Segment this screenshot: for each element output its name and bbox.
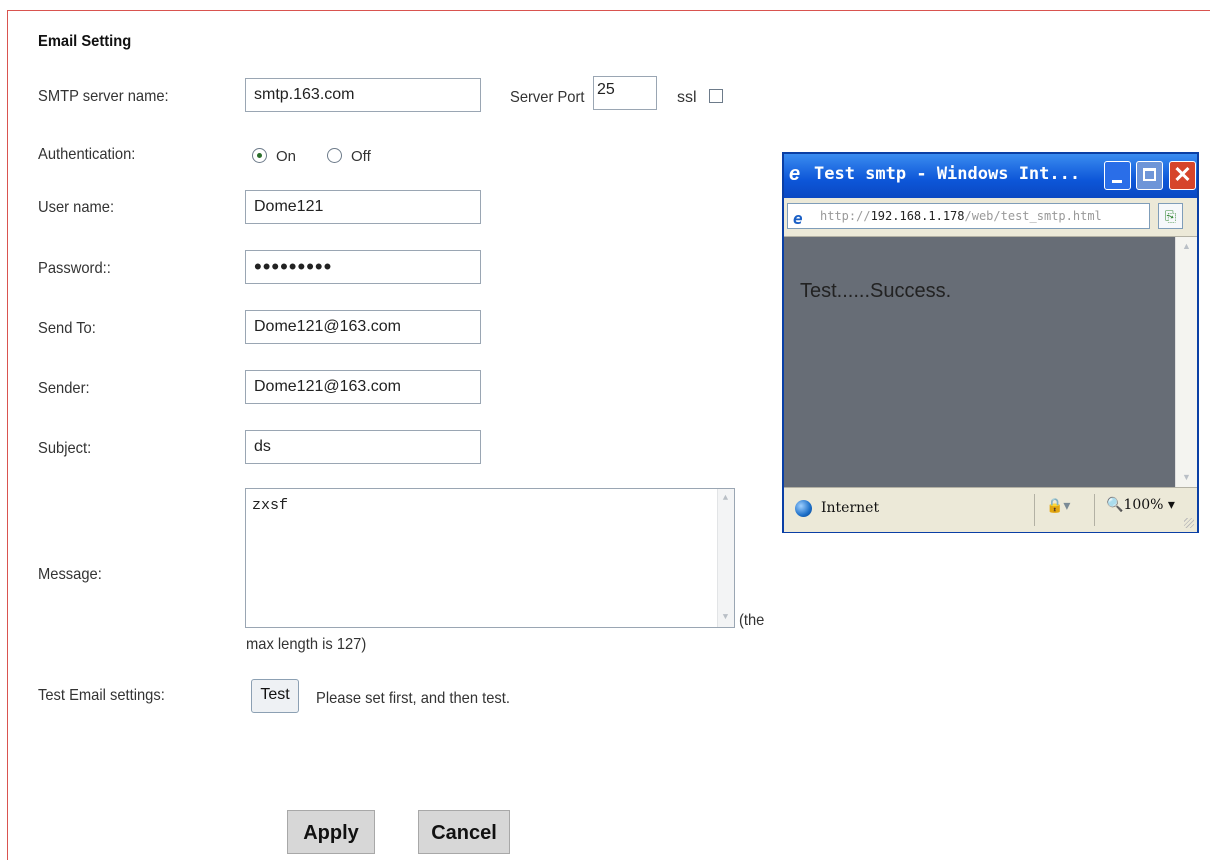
auth-on-label: On [276, 148, 297, 165]
security-zone: Internet [821, 500, 880, 516]
password-label: Password:: [38, 260, 111, 277]
auth-off-label: Off [351, 148, 371, 165]
smtp-server-input[interactable]: smtp.163.com [245, 78, 481, 112]
cancel-button[interactable]: Cancel [418, 810, 510, 854]
test-result-text: Test......Success. [800, 280, 952, 302]
resize-grip-icon[interactable] [1184, 518, 1194, 528]
smtp-label: SMTP server name: [38, 88, 169, 105]
window-content: Test......Success. ▲ ▼ [784, 237, 1197, 487]
page-info-button[interactable]: ⎘ [1158, 203, 1183, 229]
zoom-icon: 🔍 [1106, 497, 1124, 513]
test-settings-label: Test Email settings: [38, 687, 165, 704]
zoom-level: 100% [1123, 497, 1164, 513]
server-port-input[interactable]: 25 [593, 76, 657, 110]
window-title: Test smtp - Windows Int... [814, 164, 1081, 184]
message-hint-end: max length is 127) [246, 636, 367, 653]
close-icon: ✕ [1173, 162, 1192, 187]
password-input[interactable]: ••••••••• [245, 250, 481, 284]
authentication-label: Authentication: [38, 146, 136, 163]
message-scrollbar[interactable]: ▲ ▼ [717, 489, 734, 627]
url-prefix: http:// [820, 209, 871, 223]
window-scroll-up-icon[interactable]: ▲ [1181, 241, 1192, 252]
subject-label: Subject: [38, 440, 92, 457]
sender-label: Sender: [38, 380, 90, 397]
status-divider-2 [1094, 494, 1095, 526]
message-text: zxsf [252, 497, 289, 514]
send-to-label: Send To: [38, 320, 96, 337]
test-smtp-window: e Test smtp - Windows Int... ✕ e http://1… [782, 152, 1199, 533]
message-hint-start: (the [739, 612, 765, 629]
sender-input[interactable]: Dome121@163.com [245, 370, 481, 404]
page-icon: e [793, 209, 803, 228]
ie-icon: e [789, 163, 801, 185]
ssl-checkbox[interactable] [709, 89, 723, 103]
subject-input[interactable]: ds [245, 430, 481, 464]
window-scrollbar[interactable]: ▲ ▼ [1175, 237, 1197, 487]
send-to-input[interactable]: Dome121@163.com [245, 310, 481, 344]
globe-icon [795, 500, 812, 517]
status-divider [1034, 494, 1035, 526]
auth-on-radio[interactable] [252, 148, 267, 163]
maximize-icon [1143, 168, 1156, 181]
window-scroll-down-icon[interactable]: ▼ [1181, 472, 1192, 483]
scroll-up-icon[interactable]: ▲ [720, 493, 731, 504]
url-host: 192.168.1.178 [870, 209, 965, 223]
test-button[interactable]: Test [251, 679, 299, 713]
close-button[interactable]: ✕ [1169, 161, 1196, 190]
section-title: Email Setting [38, 33, 132, 50]
maximize-button[interactable] [1136, 161, 1163, 190]
window-titlebar[interactable]: e Test smtp - Windows Int... ✕ [784, 154, 1197, 198]
zoom-control[interactable]: 🔍100% ▾ [1106, 497, 1175, 513]
protected-mode-icon[interactable]: 🔒▾ [1046, 498, 1070, 514]
address-bar: e http://192.168.1.178/web/test_smtp.html… [784, 198, 1197, 237]
minimize-button[interactable] [1104, 161, 1131, 190]
username-label: User name: [38, 199, 115, 216]
server-port-label: Server Port [510, 89, 585, 106]
page-info-icon: ⎘ [1164, 208, 1177, 224]
message-textarea[interactable]: zxsf ▲ ▼ [245, 488, 735, 628]
message-label: Message: [38, 566, 102, 583]
ssl-label: ssl [677, 89, 697, 106]
minimize-icon [1112, 180, 1122, 183]
test-hint: Please set first, and then test. [316, 690, 510, 707]
url-path: /web/test_smtp.html [964, 209, 1102, 223]
status-bar: Internet 🔒▾ 🔍100% ▾ [784, 487, 1197, 532]
username-input[interactable]: Dome121 [245, 190, 481, 224]
scroll-down-icon[interactable]: ▼ [720, 612, 731, 623]
auth-off-radio[interactable] [327, 148, 342, 163]
address-field[interactable]: e http://192.168.1.178/web/test_smtp.html [787, 203, 1150, 229]
apply-button[interactable]: Apply [287, 810, 375, 854]
